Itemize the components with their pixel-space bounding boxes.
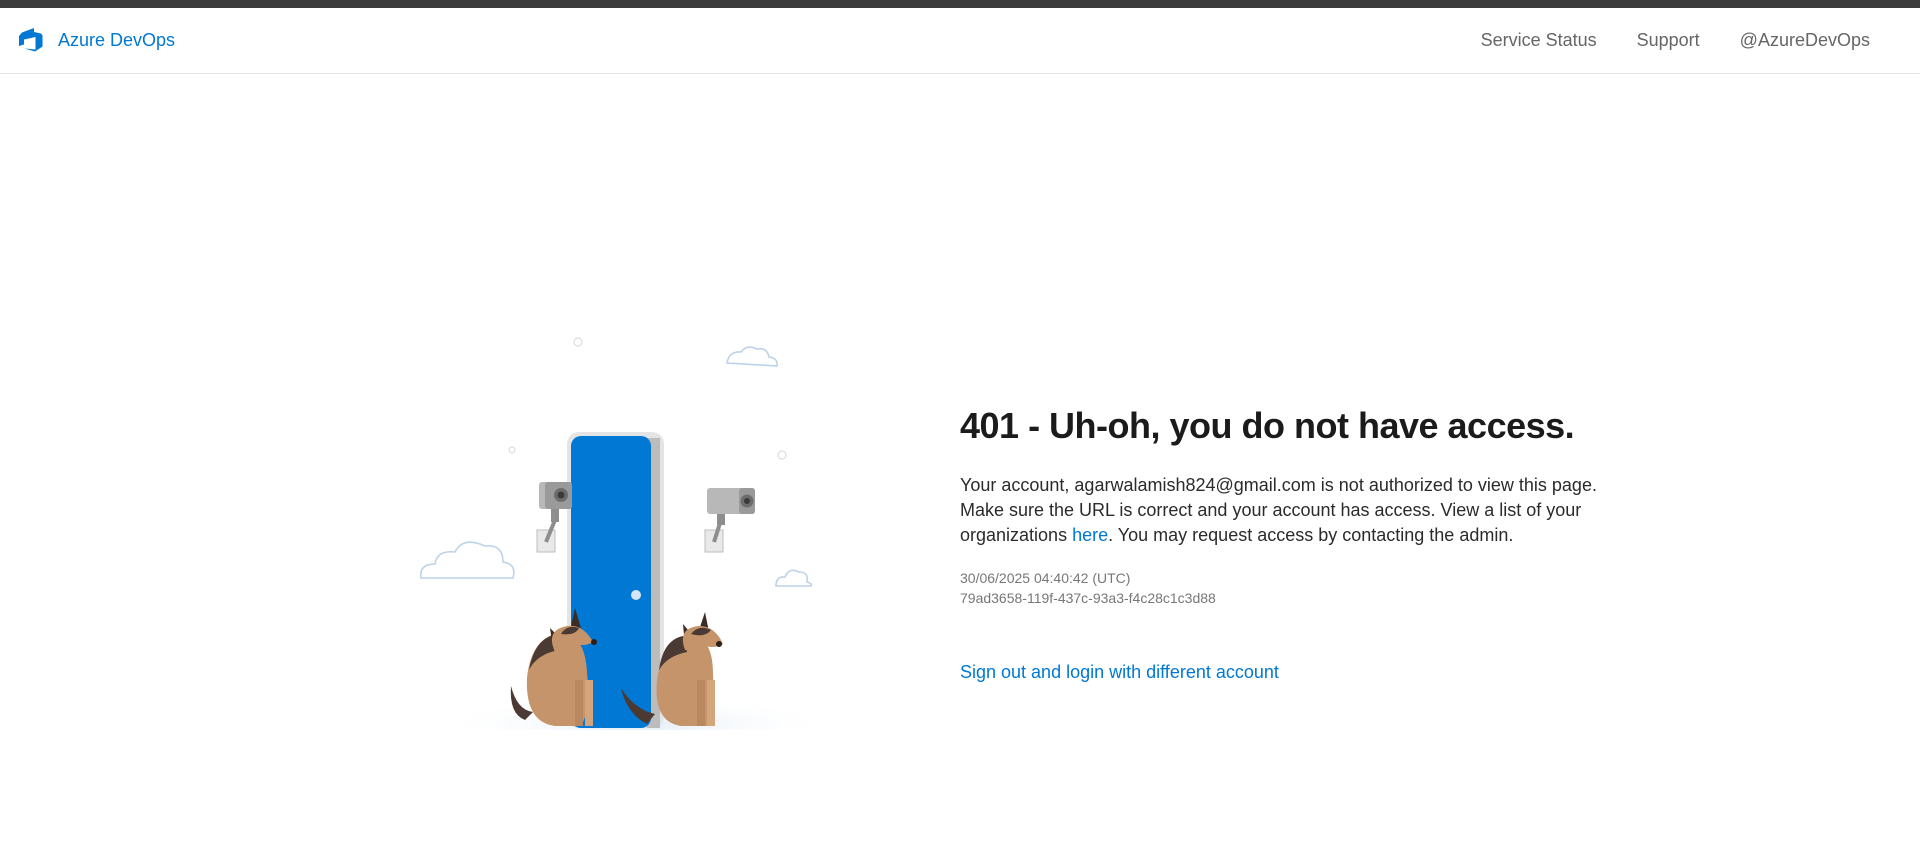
security-camera-icon (707, 488, 755, 525)
organizations-link[interactable]: here (1072, 525, 1108, 545)
error-message-suffix: . You may request access by contacting t… (1108, 525, 1514, 545)
decor-dot (508, 446, 516, 454)
nav-twitter-handle[interactable]: @AzureDevOps (1740, 30, 1870, 51)
cloud-icon (726, 346, 778, 367)
azure-devops-logo-icon (19, 28, 43, 52)
activity-id: 79ad3658-119f-437c-93a3-f4c28c1c3d88 (960, 590, 1216, 606)
brand-name: Azure DevOps (58, 29, 176, 50)
top-header: Azure DevOps Service Status Support @Azu… (0, 8, 1920, 74)
page-title: 401 - Uh-oh, you do not have access. (960, 405, 1575, 446)
cloud-icon (419, 541, 515, 579)
decor-dot (573, 337, 583, 347)
cloud-icon (775, 569, 813, 587)
error-content: 401 - Uh-oh, you do not have access. You… (960, 405, 1640, 683)
door-knob (631, 590, 641, 600)
error-timestamp: 30/06/2025 04:40:42 (UTC) (960, 570, 1131, 586)
nav-support[interactable]: Support (1637, 30, 1700, 51)
nav-service-status[interactable]: Service Status (1481, 30, 1597, 51)
error-metadata: 30/06/2025 04:40:42 (UTC) 79ad3658-119f-… (960, 568, 1640, 608)
decor-dot (777, 450, 787, 460)
access-denied-illustration (419, 337, 837, 730)
browser-top-strip (0, 0, 1920, 8)
error-message: Your account, agarwalamish824@gmail.com … (960, 473, 1640, 548)
sign-out-link[interactable]: Sign out and login with different accoun… (960, 662, 1279, 683)
header-nav: Service Status Support @AzureDevOps (1481, 30, 1870, 51)
brand-link[interactable]: Azure DevOps (18, 27, 175, 53)
